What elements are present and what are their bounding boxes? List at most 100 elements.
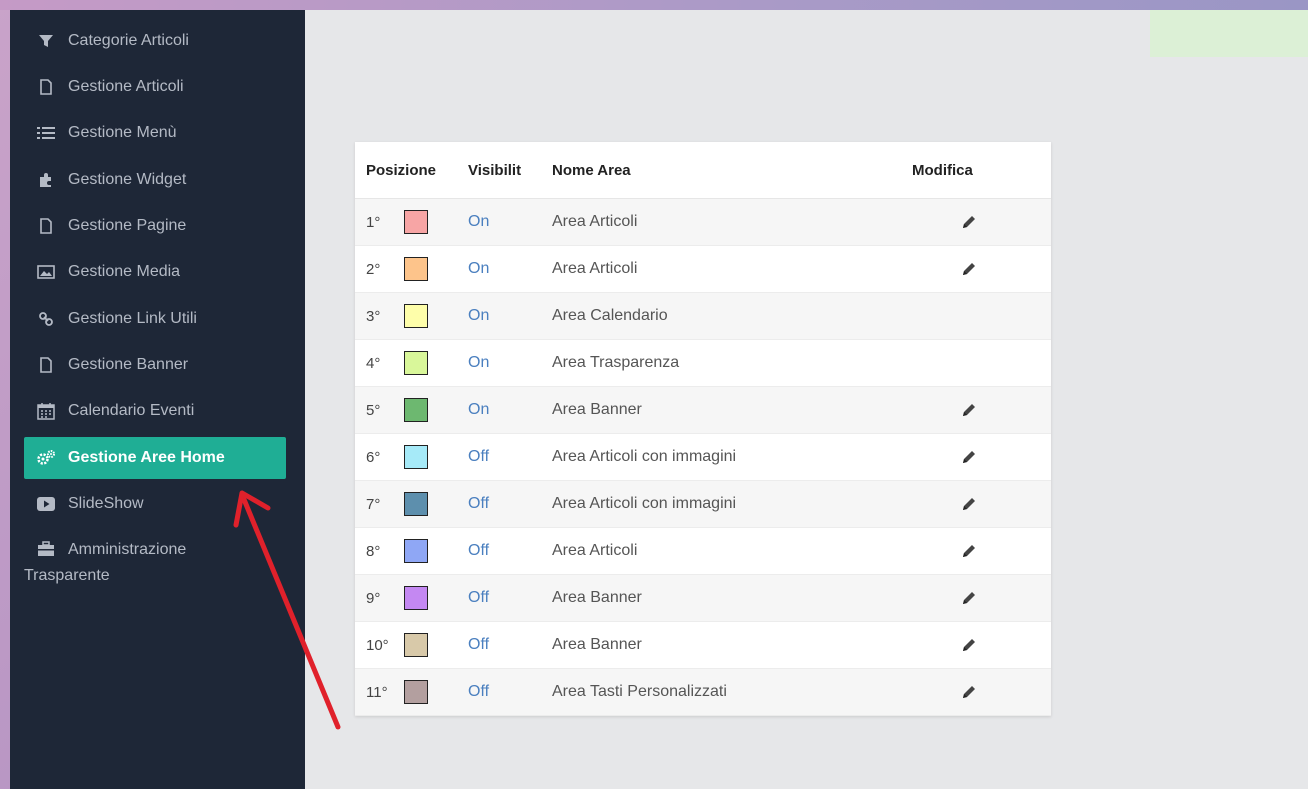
color-swatch xyxy=(404,445,428,469)
color-swatch xyxy=(404,257,428,281)
puzzle-icon xyxy=(36,170,56,190)
sidebar-item-gestione-media[interactable]: Gestione Media xyxy=(24,251,286,293)
sidebar-item-label: Calendario Eventi xyxy=(68,402,195,419)
pencil-icon[interactable] xyxy=(961,402,977,418)
color-swatch xyxy=(404,633,428,657)
visibility-toggle[interactable]: Off xyxy=(468,589,489,606)
table-row: 10° Off Area Banner xyxy=(355,621,1051,669)
table-row: 1° On Area Articoli xyxy=(355,198,1051,246)
cell-edit xyxy=(912,668,1051,716)
position-number: 2° xyxy=(366,260,381,278)
table-row: 6° Off Area Articoli con immagini xyxy=(355,433,1051,481)
cell-edit xyxy=(912,198,1051,246)
cell-visibility: On xyxy=(468,339,552,387)
main-content: Posizione Visibilit Nome Area Modifica 1… xyxy=(305,10,1308,789)
cell-edit xyxy=(912,480,1051,528)
pencil-icon[interactable] xyxy=(961,684,977,700)
cell-position: 1° xyxy=(355,198,468,246)
table-row: 9° Off Area Banner xyxy=(355,574,1051,622)
pencil-icon[interactable] xyxy=(961,214,977,230)
sidebar-item-gestione-link-utili[interactable]: Gestione Link Utili xyxy=(24,298,286,340)
sidebar-item-label: Gestione Link Utili xyxy=(68,310,197,327)
visibility-toggle[interactable]: On xyxy=(468,354,489,371)
cell-visibility: Off xyxy=(468,668,552,716)
sidebar-item-label-line2: Trasparente xyxy=(24,567,110,584)
cell-visibility: Off xyxy=(468,527,552,575)
areas-table: Posizione Visibilit Nome Area Modifica 1… xyxy=(355,142,1051,716)
cell-visibility: Off xyxy=(468,480,552,528)
pencil-icon[interactable] xyxy=(961,637,977,653)
cell-edit xyxy=(912,245,1051,293)
sidebar-item-gestione-articoli[interactable]: Gestione Articoli xyxy=(24,66,286,108)
sidebar-item-gestione-banner[interactable]: Gestione Banner xyxy=(24,344,286,386)
visibility-toggle[interactable]: Off xyxy=(468,683,489,700)
position-number: 10° xyxy=(366,636,389,654)
visibility-toggle[interactable]: Off xyxy=(468,542,489,559)
visibility-toggle[interactable]: On xyxy=(468,260,489,277)
sidebar-item-gestione-widget[interactable]: Gestione Widget xyxy=(24,159,286,201)
pencil-icon[interactable] xyxy=(961,543,977,559)
cell-position: 8° xyxy=(355,527,468,575)
visibility-toggle[interactable]: On xyxy=(468,307,489,324)
sidebar-item-categorie-articoli[interactable]: Categorie Articoli xyxy=(24,20,286,62)
pencil-icon[interactable] xyxy=(961,496,977,512)
cell-area-name: Area Tasti Personalizzati xyxy=(552,668,912,716)
sidebar-item-label: Gestione Aree Home xyxy=(68,449,225,466)
cell-area-name: Area Banner xyxy=(552,574,912,622)
cell-visibility: On xyxy=(468,292,552,340)
cell-visibility: Off xyxy=(468,621,552,669)
visibility-toggle[interactable]: Off xyxy=(468,448,489,465)
sidebar-item-label: SlideShow xyxy=(68,495,144,512)
cell-edit xyxy=(912,292,1051,340)
briefcase-icon xyxy=(36,539,56,559)
sidebar-item-calendario-eventi[interactable]: Calendario Eventi xyxy=(24,390,286,432)
position-number: 7° xyxy=(366,495,381,513)
cell-edit xyxy=(912,339,1051,387)
sidebar-item-gestione-pagine[interactable]: Gestione Pagine xyxy=(24,205,286,247)
play-icon xyxy=(36,494,56,514)
sidebar-item-gestione-aree-home[interactable]: Gestione Aree Home xyxy=(24,437,286,479)
visibility-toggle[interactable]: On xyxy=(468,213,489,230)
cell-area-name: Area Articoli xyxy=(552,245,912,293)
color-swatch xyxy=(404,586,428,610)
position-number: 3° xyxy=(366,307,381,325)
color-swatch xyxy=(404,351,428,375)
header-name: Nome Area xyxy=(552,142,912,199)
visibility-toggle[interactable]: Off xyxy=(468,636,489,653)
pencil-icon[interactable] xyxy=(961,590,977,606)
pencil-icon[interactable] xyxy=(961,449,977,465)
sidebar-item-slideshow[interactable]: SlideShow xyxy=(24,483,286,525)
cell-visibility: Off xyxy=(468,433,552,481)
visibility-toggle[interactable]: On xyxy=(468,401,489,418)
cell-edit xyxy=(912,621,1051,669)
cell-position: 2° xyxy=(355,245,468,293)
cell-area-name: Area Articoli xyxy=(552,527,912,575)
cell-edit xyxy=(912,386,1051,434)
cell-position: 9° xyxy=(355,574,468,622)
pencil-icon[interactable] xyxy=(961,261,977,277)
header-visibility: Visibilit xyxy=(468,142,552,199)
position-number: 11° xyxy=(366,683,388,701)
file-icon xyxy=(36,77,56,97)
table-row: 3° On Area Calendario xyxy=(355,292,1051,340)
cell-visibility: Off xyxy=(468,574,552,622)
sidebar-item-label: Gestione Banner xyxy=(68,356,189,373)
link-icon xyxy=(36,309,56,329)
sidebar: Categorie Articoli Gestione Articoli Ges… xyxy=(10,10,305,789)
cell-position: 4° xyxy=(355,339,468,387)
header-edit: Modifica xyxy=(912,142,1051,199)
table-row: 4° On Area Trasparenza xyxy=(355,339,1051,387)
position-number: 9° xyxy=(366,589,381,607)
sidebar-item-amministrazione-trasparente[interactable]: Amministrazione Trasparente xyxy=(24,537,286,589)
position-number: 8° xyxy=(366,542,381,560)
cell-area-name: Area Articoli con immagini xyxy=(552,480,912,528)
cell-position: 11° xyxy=(355,668,468,716)
sidebar-item-gestione-menu[interactable]: Gestione Menù xyxy=(24,112,286,154)
visibility-toggle[interactable]: Off xyxy=(468,495,489,512)
color-swatch xyxy=(404,304,428,328)
position-number: 4° xyxy=(366,354,381,372)
sidebar-item-label: Categorie Articoli xyxy=(68,32,189,49)
sidebar-item-label: Gestione Pagine xyxy=(68,217,187,234)
position-number: 6° xyxy=(366,448,381,466)
position-number: 1° xyxy=(366,213,381,231)
